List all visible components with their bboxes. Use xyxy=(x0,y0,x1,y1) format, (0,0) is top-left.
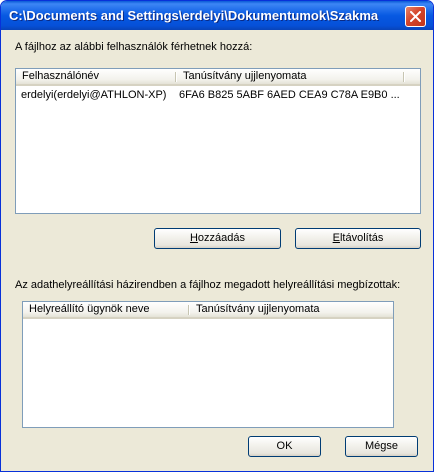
thumbprint-cell: 6FA6 B825 5ABF 6AED CEA9 C78A E9B0 ... xyxy=(179,89,400,101)
ok-button[interactable]: OK xyxy=(248,436,321,457)
column-separator[interactable] xyxy=(403,72,405,82)
remove-button-accelerator: E xyxy=(332,232,340,244)
user-name-cell: erdelyi(erdelyi@ATHLON-XP) xyxy=(21,89,167,101)
users-list[interactable]: Felhasználónév Tanúsítvány ujjlenyomata … xyxy=(15,68,421,214)
dialog-window: C:\Documents and Settings\erdelyi\Dokume… xyxy=(0,0,434,472)
recovery-list-header: Helyreállító ügynök neve Tanúsítvány ujj… xyxy=(23,302,393,319)
window-title: C:\Documents and Settings\erdelyi\Dokume… xyxy=(9,8,379,23)
recovery-agents-list[interactable]: Helyreállító ügynök neve Tanúsítvány ujj… xyxy=(22,301,394,428)
add-button-accelerator: H xyxy=(189,232,198,244)
dialog-content: A fájlhoz az alábbi felhasználók férhetn… xyxy=(4,30,430,470)
remove-button[interactable]: Eltávolítás xyxy=(295,228,421,249)
remove-button-label-post: ltávolítás xyxy=(339,232,384,244)
column-header-thumbprint[interactable]: Tanúsítvány ujjlenyomata xyxy=(190,302,390,317)
column-header-agent-name[interactable]: Helyreállító ügynök neve xyxy=(23,302,189,317)
cancel-button[interactable]: Mégse xyxy=(345,436,418,457)
close-button[interactable] xyxy=(405,6,426,27)
list-item[interactable]: erdelyi(erdelyi@ATHLON-XP) 6FA6 B825 5AB… xyxy=(16,87,420,103)
users-section-label: A fájlhoz az alábbi felhasználók férhetn… xyxy=(15,41,253,53)
column-header-thumbprint[interactable]: Tanúsítvány ujjlenyomata xyxy=(177,69,407,84)
column-header-username[interactable]: Felhasználónév xyxy=(16,69,176,84)
add-button-label-post: ozzáadás xyxy=(197,232,246,244)
title-bar[interactable]: C:\Documents and Settings\erdelyi\Dokume… xyxy=(1,1,433,30)
users-list-header: Felhasználónév Tanúsítvány ujjlenyomata xyxy=(16,69,420,86)
recovery-section-label: Az adathelyreállítási házirendben a fájl… xyxy=(15,279,401,291)
close-icon xyxy=(410,11,421,22)
add-button[interactable]: Hozzáadás xyxy=(154,228,281,249)
